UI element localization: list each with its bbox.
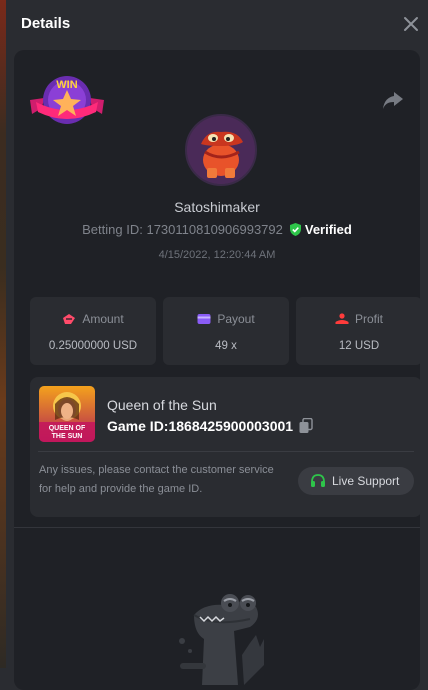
copy-icon[interactable] bbox=[299, 418, 313, 434]
win-badge-icon: WIN bbox=[30, 76, 104, 124]
close-icon[interactable] bbox=[400, 13, 422, 35]
game-id-row: Game ID:1868425900003001 bbox=[107, 418, 313, 434]
details-panel: Details WIN Satoshimaker Betting ID: 173… bbox=[6, 0, 428, 690]
svg-text:QUEEN OF: QUEEN OF bbox=[49, 425, 86, 432]
game-info-box: QUEEN OF THE SUN Queen of the Sun Game I… bbox=[30, 377, 422, 517]
amount-value: 0.25000000 USD bbox=[48, 340, 138, 352]
game-id-value: 1868425900003001 bbox=[168, 418, 294, 434]
payout-value: 49 x bbox=[215, 340, 237, 352]
live-support-label: Live Support bbox=[332, 474, 400, 488]
panel-title: Details bbox=[21, 15, 71, 32]
crocodile-mascot-icon bbox=[179, 594, 264, 685]
bet-details-card: WIN Satoshimaker Betting ID: 17301108109… bbox=[14, 50, 422, 690]
username: Satoshimaker bbox=[174, 199, 260, 215]
profit-label: Profit bbox=[354, 312, 383, 326]
payout-stat: Payout 49 x bbox=[163, 297, 289, 365]
verified-check-icon bbox=[289, 223, 301, 236]
betting-id-label: Betting ID: bbox=[82, 222, 143, 237]
betting-id-value: 1730110810906993792 bbox=[146, 222, 283, 237]
game-thumbnail[interactable]: QUEEN OF THE SUN bbox=[39, 386, 95, 442]
amount-label: Amount bbox=[82, 312, 124, 326]
support-notice: Any issues, please contact the customer … bbox=[39, 464, 274, 495]
headset-icon bbox=[311, 474, 325, 487]
payout-label: Payout bbox=[217, 312, 255, 326]
queen-of-the-sun-thumbnail-icon: QUEEN OF THE SUN bbox=[39, 386, 95, 442]
profit-stat: Profit 12 USD bbox=[296, 297, 422, 365]
game-box-divider bbox=[38, 451, 414, 452]
live-support-button[interactable]: Live Support bbox=[298, 467, 414, 495]
game-id-label: Game ID: bbox=[107, 418, 169, 434]
profit-value: 12 USD bbox=[338, 340, 380, 352]
avatar bbox=[185, 114, 257, 186]
panel-header: Details bbox=[6, 0, 428, 48]
section-separator bbox=[14, 527, 420, 528]
svg-text:THE SUN: THE SUN bbox=[52, 433, 83, 440]
verified-label: Verified bbox=[304, 222, 352, 237]
amount-stat: Amount 0.25000000 USD bbox=[30, 297, 156, 365]
dragon-avatar-icon bbox=[187, 116, 255, 184]
betting-id-row: Betting ID: 1730110810906993792 Verified bbox=[14, 222, 420, 237]
svg-text:WIN: WIN bbox=[56, 79, 77, 91]
payout-card-icon bbox=[197, 314, 211, 324]
game-name[interactable]: Queen of the Sun bbox=[107, 397, 217, 413]
share-icon[interactable] bbox=[382, 90, 404, 110]
bet-timestamp: 4/15/2022, 12:20:44 AM bbox=[158, 249, 276, 261]
profit-icon bbox=[335, 313, 349, 324]
amount-icon bbox=[63, 314, 76, 324]
